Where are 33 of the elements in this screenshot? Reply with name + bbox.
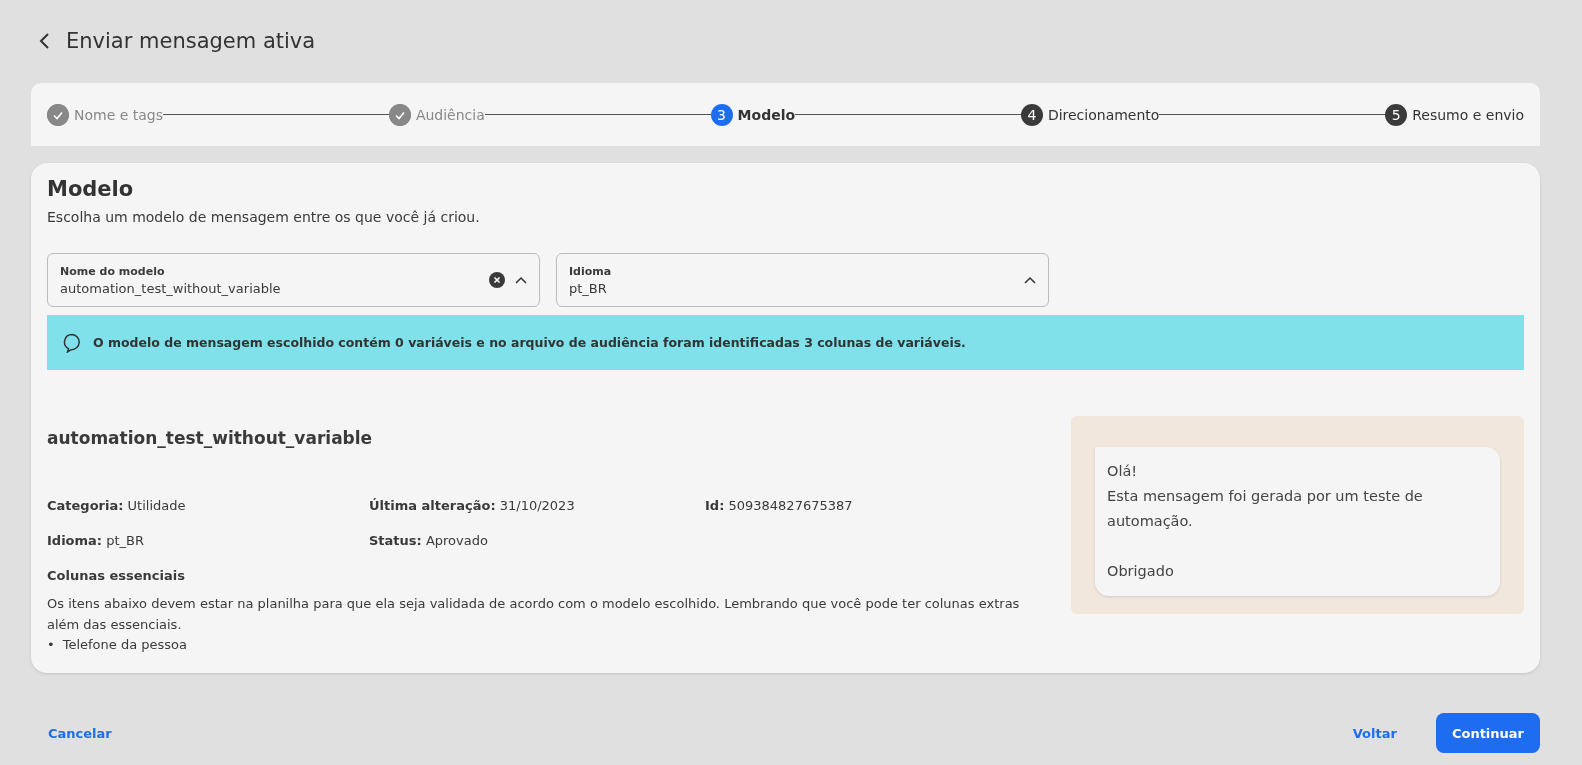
speech-bubble-icon xyxy=(63,332,81,353)
detail-text: Última alteração: 31/10/2023 xyxy=(369,498,576,513)
clear-icon[interactable] xyxy=(489,272,505,288)
chevron-up-icon[interactable] xyxy=(1024,276,1036,284)
step-number: 5 xyxy=(1385,103,1408,126)
bullet: • xyxy=(47,636,55,654)
back-icon[interactable] xyxy=(38,32,52,50)
info-text: O modelo de mensagem escolhido contém 0 variáveis e no arquivo de audiência foram identificadas 3 colunas de variáveis. xyxy=(93,335,966,350)
essentials-title: Colunas essenciais xyxy=(47,568,186,583)
detail-text: Id: 509384827675387 xyxy=(705,498,854,513)
essentials-text: Os itens abaixo devem estar na planilha para que ela seja validada de acordo com o modelo escolhido. Lembrando que você pode ter colunas extras além das essenciais. xyxy=(47,595,1021,634)
step-label: Direcionamento xyxy=(1047,106,1160,123)
step-number: 4 xyxy=(1020,103,1043,126)
continue-button[interactable]: Continuar xyxy=(1435,713,1540,753)
step-label: Modelo xyxy=(737,106,796,123)
section-subtitle: Escolha um modelo de mensagem entre os que você já criou. xyxy=(47,209,481,225)
step-number: 3 xyxy=(710,103,733,126)
back-button[interactable]: Voltar xyxy=(1335,717,1414,749)
step-label: Resumo e envio xyxy=(1412,106,1525,123)
page-title: Enviar mensagem ativa xyxy=(66,29,316,53)
step-label: Nome e tags xyxy=(74,106,164,123)
detail-text: Categoria: Utilidade xyxy=(47,498,187,513)
template-name: automation_test_without_variable xyxy=(47,428,374,448)
cancel-button[interactable]: Cancelar xyxy=(31,717,129,749)
select-field[interactable]: Nome do modelo automation_test_without_variable xyxy=(47,253,540,307)
essentials-item: Telefone da pessoa xyxy=(62,636,187,654)
detail-text: Status: Aprovado xyxy=(369,533,489,548)
detail-text: Idioma: pt_BR xyxy=(47,533,145,548)
chevron-up-icon[interactable] xyxy=(515,276,527,284)
section-title: Modelo xyxy=(47,177,135,201)
step-label: Audiência xyxy=(415,106,485,123)
message-bubble: Olá! Esta mensagem foi gerada por um teste de automação. Obrigado xyxy=(1095,447,1500,596)
select-field[interactable]: Idioma pt_BR xyxy=(556,253,1049,307)
